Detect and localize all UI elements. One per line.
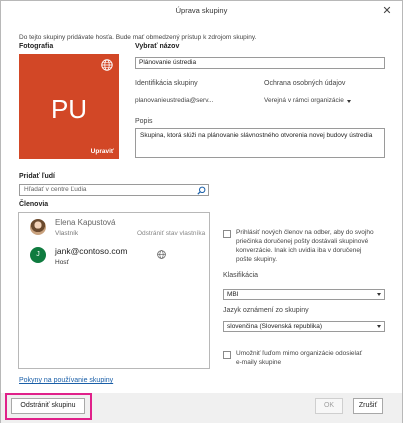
group-name-input[interactable]: Plánovanie ústredia [135,57,385,69]
close-icon[interactable]: ✕ [380,4,394,18]
cancel-button[interactable]: Zrušiť [353,398,383,414]
search-icon[interactable] [197,186,206,195]
description-textarea[interactable]: Skupina, ktorá slúži na plánovanie slávn… [135,128,385,158]
allow-external-line: Umožniť ľuďom mimo organizácie odosielať [236,350,363,357]
name-label: Vybrať názov [135,43,179,50]
people-search-placeholder: Hľadať v centre Ľudia [24,186,87,193]
edit-group-dialog: Úprava skupiny ✕ Do tejto skupiny pridáv… [0,0,403,423]
group-id-value: planovanieustredia@serv... [135,97,214,104]
privacy-value: Verejná v rámci organizácie [264,97,344,104]
member-name: jank@contoso.com [55,246,128,256]
avatar [30,219,46,235]
add-people-label: Pridať ľudí [19,173,55,180]
subscribe-text: Prihlásiť nových členov na odber, aby do… [236,228,374,264]
globe-icon [157,250,166,259]
language-label: Jazyk oznámení zo skupiny [223,307,309,314]
members-list: Elena Kapustová Vlastník Odstrániť stav … [18,212,210,369]
photo-label: Fotografia [19,43,54,50]
guest-notice: Do tejto skupiny pridávate hosťa. Bude m… [19,34,257,41]
group-photo[interactable]: PU Upraviť [19,54,119,159]
privacy-chevron-down-icon[interactable] [347,100,351,103]
allow-external-checkbox[interactable] [223,351,231,359]
name-label-text: Vybrať názov [135,43,180,50]
classification-select[interactable]: MBI [223,289,385,300]
description-label: Popis [135,118,153,125]
subscribe-line: priečinka doručenej pošty dostávali skup… [236,238,369,245]
remove-owner-link[interactable]: Odstrániť stav vlastníka [137,230,205,237]
dialog-footer: Odstrániť skupinu OK Zrušiť [1,393,402,423]
member-name: Elena Kapustová [55,218,116,227]
group-initials: PU [50,94,88,124]
language-select[interactable]: slovenčina (Slovenská republika) [223,321,385,332]
group-guidelines-link[interactable]: Pokyny na používanie skupiny [19,377,113,384]
language-value: slovenčina (Slovenská republika) [227,323,323,330]
delete-group-button[interactable]: Odstrániť skupinu [11,398,85,414]
ok-button[interactable]: OK [315,398,343,414]
privacy-label: Ochrana osobných údajov [264,80,346,87]
classification-value: MBI [227,291,239,298]
members-label: Členovia [19,201,49,208]
subscribe-line: Prihlásiť nových členov na odber, aby do… [236,229,374,236]
member-role: Vlastník [55,230,79,237]
allow-external-text: Umožniť ľuďom mimo organizácie odosielať… [236,349,362,367]
subscribe-checkbox[interactable] [223,230,231,238]
chevron-down-icon [377,293,381,296]
allow-external-line: e-maily skupine [236,359,282,366]
edit-photo-link[interactable]: Upraviť [91,148,114,155]
member-role: Hosť [55,259,69,266]
classification-label: Klasifikácia [223,272,259,279]
avatar: J [30,247,46,263]
globe-icon [101,59,113,71]
dialog-title: Úprava skupiny [175,6,228,15]
people-search-input[interactable]: Hľadať v centre Ľudia [19,184,209,196]
subscribe-line: pošte skupiny. [236,256,278,263]
chevron-down-icon [377,325,381,328]
group-id-label: Identifikácia skupiny [135,80,198,87]
subscribe-line: konverzácie. Inak ich uvidia iba v doruč… [236,247,362,254]
